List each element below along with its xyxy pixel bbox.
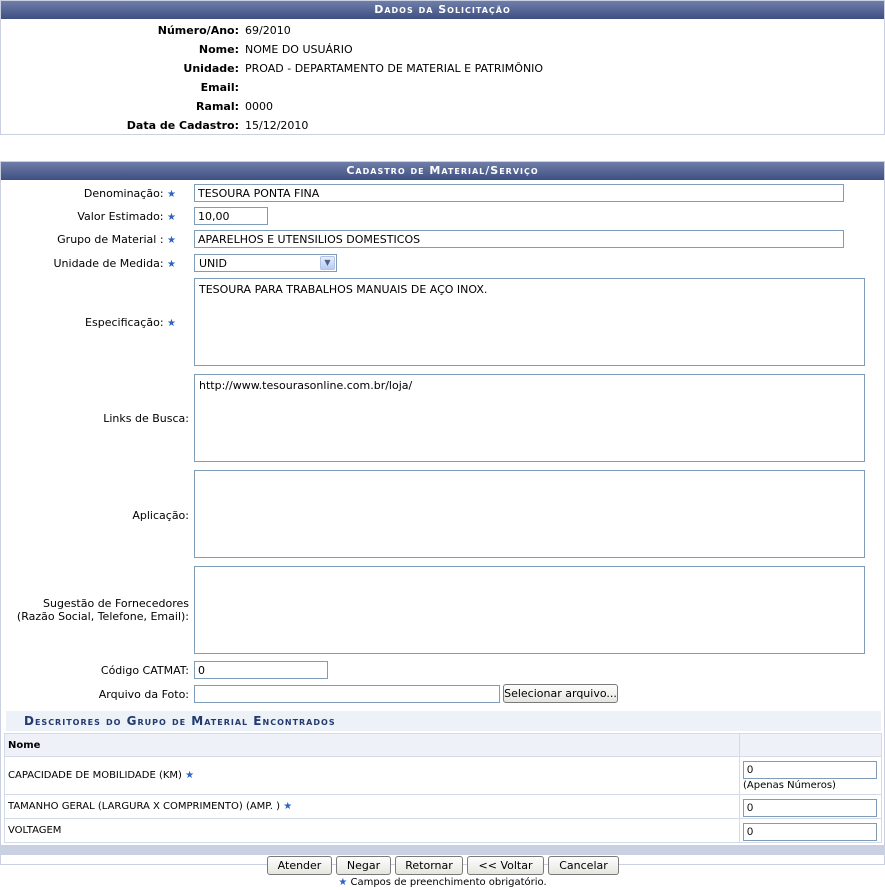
unit-measure-selected: UNID: [199, 257, 227, 270]
request-row-name: Nome: NOME DO USUÁRIO: [1, 40, 885, 59]
photo-file-input[interactable]: [194, 685, 500, 703]
material-group-label: Grupo de Material : ★: [57, 233, 176, 246]
required-fields-note: ★ Campos de preenchimento obrigatório.: [0, 877, 885, 888]
date-label: Data de Cadastro:: [126, 119, 239, 132]
name-value: NOME DO USUÁRIO: [245, 43, 353, 56]
unit-measure-select[interactable]: UNID ▼: [194, 254, 337, 272]
material-group-label-text: Grupo de Material :: [57, 233, 164, 246]
estimated-value-input[interactable]: [194, 207, 268, 225]
descriptor-name-text: CAPACIDADE DE MOBILIDADE (KM): [8, 770, 182, 781]
attend-button[interactable]: Atender: [267, 856, 332, 875]
request-row-date: Data de Cadastro: 15/12/2010: [1, 116, 885, 135]
number-label: Número/Ano:: [157, 24, 239, 37]
application-textarea[interactable]: [194, 470, 865, 558]
descriptor-mobility-input[interactable]: [743, 761, 877, 779]
required-star-icon: ★: [167, 212, 176, 223]
date-value: 15/12/2010: [245, 119, 309, 132]
request-row-email: Email:: [1, 78, 885, 97]
return-button[interactable]: Retornar: [395, 856, 463, 875]
required-star-icon: ★: [167, 189, 176, 200]
select-file-button[interactable]: Selecionar arquivo...: [503, 684, 618, 703]
suppliers-textarea[interactable]: [194, 566, 865, 654]
extension-label: Ramal:: [196, 100, 239, 113]
unit-value: PROAD - DEPARTAMENTO DE MATERIAL E PATRI…: [245, 62, 544, 75]
buttons-bar: [0, 845, 885, 855]
request-row-number: Número/Ano: 69/2010: [1, 21, 885, 40]
unit-label: Unidade:: [183, 62, 239, 75]
suppliers-label-line1: Sugestão de Fornecedores: [42, 597, 189, 610]
required-fields-note-text: Campos de preenchimento obrigatório.: [350, 877, 547, 888]
request-data-panel: Dados da Solicitação Número/Ano: 69/2010…: [0, 0, 885, 135]
request-data-caption: Dados da Solicitação: [1, 1, 884, 19]
deny-button[interactable]: Negar: [336, 856, 391, 875]
request-row-extension: Ramal: 0000: [1, 97, 885, 116]
suppliers-label-line2: (Razão Social, Telefone, Email):: [16, 610, 189, 623]
search-links-textarea[interactable]: http://www.tesourasonline.com.br/loja/: [194, 374, 865, 462]
material-form-caption: Cadastro de Material/Serviço: [1, 162, 884, 180]
photo-file-label: Arquivo da Foto:: [98, 688, 189, 701]
material-group-input[interactable]: [194, 230, 844, 248]
suppliers-label: Sugestão de Fornecedores (Razão Social, …: [17, 597, 189, 623]
descriptor-name-text: TAMANHO GERAL (LARGURA X COMPRIMENTO) (A…: [8, 801, 281, 812]
unit-measure-label: Unidade de Medida: ★: [54, 257, 177, 270]
descriptor-size-input[interactable]: [743, 799, 877, 817]
specification-label: Especificação: ★: [85, 316, 176, 329]
catmat-input[interactable]: [194, 661, 328, 679]
extension-value: 0000: [245, 100, 273, 113]
estimated-value-label: Valor Estimado: ★: [77, 210, 176, 223]
descriptors-header-value: [739, 733, 882, 757]
descriptors-header-name: Nome: [4, 733, 740, 757]
required-star-icon: ★: [283, 801, 293, 812]
back-button[interactable]: << Voltar: [467, 856, 544, 875]
descriptor-name: CAPACIDADE DE MOBILIDADE (KM) ★: [4, 756, 740, 795]
denomination-label-text: Denominação:: [83, 187, 164, 200]
denomination-input[interactable]: [194, 184, 844, 202]
required-star-icon: ★: [167, 235, 176, 246]
required-star-icon: ★: [167, 259, 176, 270]
request-row-unit: Unidade: PROAD - DEPARTAMENTO DE MATERIA…: [1, 59, 885, 78]
email-label: Email:: [200, 81, 239, 94]
application-label: Aplicação:: [132, 509, 189, 522]
descriptors-header-row: Nome: [4, 733, 882, 757]
required-star-icon: ★: [185, 770, 195, 781]
denomination-label: Denominação: ★: [84, 187, 176, 200]
cancel-button[interactable]: Cancelar: [548, 856, 619, 875]
search-links-label: Links de Busca:: [103, 412, 189, 425]
descriptors-title: Descritores do Grupo de Material Encontr…: [6, 711, 881, 731]
descriptor-name: TAMANHO GERAL (LARGURA X COMPRIMENTO) (A…: [4, 794, 740, 819]
estimated-value-label-text: Valor Estimado:: [77, 210, 164, 223]
descriptor-name: VOLTAGEM: [4, 818, 740, 843]
descriptor-voltage-input[interactable]: [743, 823, 877, 841]
unit-measure-label-text: Unidade de Medida:: [53, 257, 164, 270]
required-star-icon: ★: [167, 318, 176, 329]
chevron-down-icon[interactable]: ▼: [320, 256, 335, 270]
descriptor-mobility-hint: (Apenas Números): [743, 780, 836, 791]
name-label: Nome:: [198, 43, 239, 56]
catmat-label: Código CATMAT:: [100, 664, 189, 677]
specification-textarea[interactable]: TESOURA PARA TRABALHOS MANUAIS DE AÇO IN…: [194, 278, 865, 366]
number-value: 69/2010: [245, 24, 291, 37]
required-star-icon: ★: [338, 877, 348, 888]
specification-label-text: Especificação:: [85, 316, 164, 329]
